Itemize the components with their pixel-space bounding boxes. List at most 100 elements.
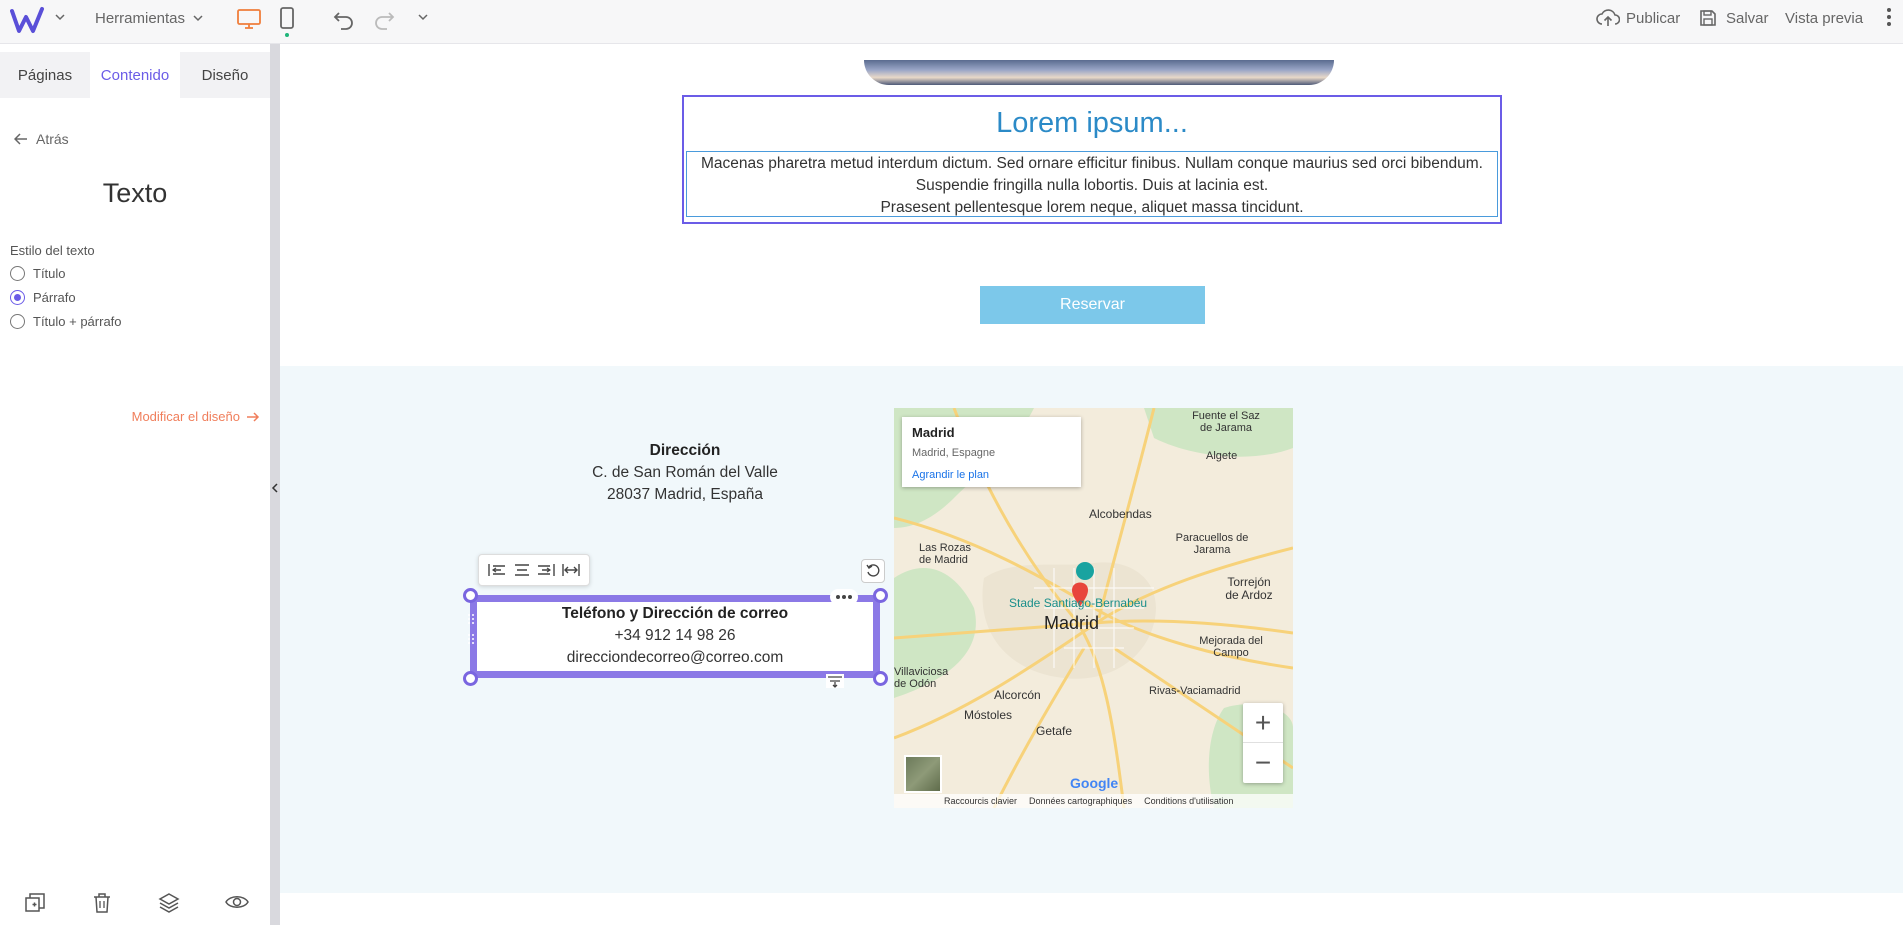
zoom-in-button[interactable]: +	[1243, 703, 1283, 743]
history-menu-chevron-icon[interactable]	[418, 12, 428, 22]
logo-menu-chevron-icon[interactable]	[55, 12, 65, 22]
desktop-view-button[interactable]	[236, 8, 262, 30]
undo-icon	[333, 12, 353, 30]
back-button[interactable]: Atrás	[14, 131, 69, 147]
save-button[interactable]: Salvar	[1698, 8, 1769, 28]
preview-label: Vista previa	[1785, 9, 1864, 27]
split-text-icon[interactable]	[826, 674, 844, 688]
save-icon	[1700, 10, 1716, 26]
desktop-icon	[237, 9, 261, 29]
map-town-label: Rivas-Vaciamadrid	[1149, 685, 1241, 697]
undo-button[interactable]	[332, 8, 356, 30]
layers-icon[interactable]	[158, 892, 180, 914]
zoom-out-button[interactable]: −	[1243, 743, 1283, 783]
resize-handle-top-right[interactable]	[873, 588, 888, 603]
back-label: Atrás	[36, 131, 69, 147]
redo-icon	[375, 12, 395, 30]
arrow-right-icon	[247, 411, 260, 422]
reset-button[interactable]	[861, 559, 885, 583]
map-town-label: Alcobendas	[1089, 507, 1152, 521]
text-style-option-title[interactable]: Título	[10, 266, 66, 281]
map-terms-link[interactable]: Conditions d'utilisation	[1144, 796, 1233, 806]
radio-button[interactable]	[10, 314, 25, 329]
eye-icon[interactable]	[225, 894, 249, 910]
contact-phone: +34 912 14 98 26	[614, 627, 736, 644]
left-sidebar	[0, 44, 270, 925]
contact-block-selected[interactable]: Teléfono y Dirección de correo +34 912 1…	[470, 595, 880, 678]
chevron-down-icon	[193, 15, 203, 22]
tab-label: Páginas	[17, 66, 73, 84]
map-town-label: Getafe	[1036, 724, 1073, 738]
sidebar-bottom-toolbar	[0, 890, 270, 920]
map-town-label: Mejorada del Campo	[1199, 635, 1263, 659]
map-town-label: Alcorcón	[994, 688, 1041, 702]
tools-menu-label: Herramientas	[95, 9, 186, 27]
contact-title: Teléfono y Dirección de correo	[561, 605, 789, 622]
paragraph-line: Macenas pharetra metud interdum dictum. …	[701, 155, 1483, 172]
redo-button[interactable]	[372, 8, 396, 30]
paragraph-text[interactable]: Macenas pharetra metud interdum dictum. …	[686, 151, 1498, 217]
save-label: Salvar	[1726, 9, 1769, 27]
radio-button-checked[interactable]	[10, 290, 25, 305]
resize-handle-bottom-left[interactable]	[463, 671, 478, 686]
map-stadium-label: Stade Santiago-Bernabéu	[1009, 596, 1148, 610]
tab-label: Contenido	[100, 66, 170, 84]
tab-design[interactable]: Diseño	[180, 52, 270, 98]
reserve-button[interactable]: Reservar	[980, 286, 1205, 324]
header-image[interactable]	[864, 60, 1334, 85]
radio-label: Párrafo	[33, 290, 76, 305]
modify-design-link[interactable]: Modificar el diseño	[132, 409, 260, 424]
text-style-option-title-paragraph[interactable]: Título + párrafo	[10, 314, 122, 329]
align-center-icon[interactable]	[513, 563, 531, 577]
block-options-button[interactable]	[830, 589, 858, 605]
text-style-option-paragraph[interactable]: Párrafo	[10, 290, 76, 305]
map-data-label[interactable]: Données cartographiques	[1029, 796, 1132, 806]
text-block-selected[interactable]: Lorem ipsum... Macenas pharetra metud in…	[682, 95, 1502, 224]
map-shortcuts-link[interactable]: Raccourcis clavier	[944, 796, 1017, 806]
map-enlarge-link[interactable]: Agrandir le plan	[912, 469, 1071, 481]
satellite-toggle[interactable]	[904, 755, 942, 793]
map-town-label: Móstoles	[964, 708, 1013, 722]
section-heading[interactable]: Lorem ipsum...	[684, 107, 1500, 140]
google-map-embed[interactable]: Madrid Stade Santiago-Bernabéu Fuente el…	[894, 408, 1293, 808]
map-zoom-control: + −	[1243, 703, 1283, 783]
align-right-icon[interactable]	[537, 563, 555, 577]
address-block[interactable]: Dirección C. de San Román del Valle 2803…	[585, 440, 785, 506]
radio-label: Título + párrafo	[33, 314, 122, 329]
map-town-label: Paracuellos de Jarama	[1175, 532, 1249, 556]
tab-content[interactable]: Contenido	[90, 52, 180, 98]
tools-menu[interactable]: Herramientas	[95, 8, 203, 28]
contact-text[interactable]: Teléfono y Dirección de correo +34 912 1…	[477, 603, 873, 669]
mobile-view-button[interactable]	[279, 6, 295, 38]
resize-handle-top-left[interactable]	[463, 588, 478, 603]
tab-pages[interactable]: Páginas	[0, 52, 90, 98]
w-logo-icon[interactable]	[10, 5, 50, 37]
trash-icon[interactable]	[92, 892, 112, 914]
arrow-left-icon	[14, 133, 27, 145]
full-width-icon[interactable]	[562, 563, 580, 577]
address-title: Dirección	[649, 442, 721, 459]
more-vertical-icon	[1887, 8, 1891, 26]
map-town-label: Villaviciosa de Odón	[894, 666, 949, 690]
publish-button[interactable]: Publicar	[1596, 8, 1680, 28]
map-town-label: Las Rozas de Madrid	[919, 542, 971, 566]
text-align-toolbar	[478, 554, 590, 586]
more-horizontal-icon	[836, 595, 852, 599]
cloud-upload-icon	[1596, 9, 1620, 26]
mobile-icon	[280, 7, 294, 37]
stadium-pin-icon	[1076, 562, 1094, 580]
paragraph-line: Suspendie fringilla nulla lobortis. Duis…	[915, 177, 1269, 194]
panel-title: Texto	[102, 178, 168, 208]
duplicate-icon[interactable]	[24, 892, 46, 914]
collapse-sidebar-icon[interactable]	[270, 478, 280, 498]
map-place-name: Madrid	[912, 425, 955, 440]
modify-design-label: Modificar el diseño	[131, 409, 240, 424]
preview-button[interactable]: Vista previa	[1785, 8, 1863, 28]
resize-handle-bottom-right[interactable]	[873, 671, 888, 686]
radio-label: Título	[33, 266, 66, 281]
align-left-icon[interactable]	[488, 563, 506, 577]
drag-handle-icon[interactable]	[467, 612, 475, 646]
map-town-label: Algete	[1206, 450, 1238, 462]
more-options-button[interactable]	[1886, 6, 1892, 28]
radio-button[interactable]	[10, 266, 25, 281]
